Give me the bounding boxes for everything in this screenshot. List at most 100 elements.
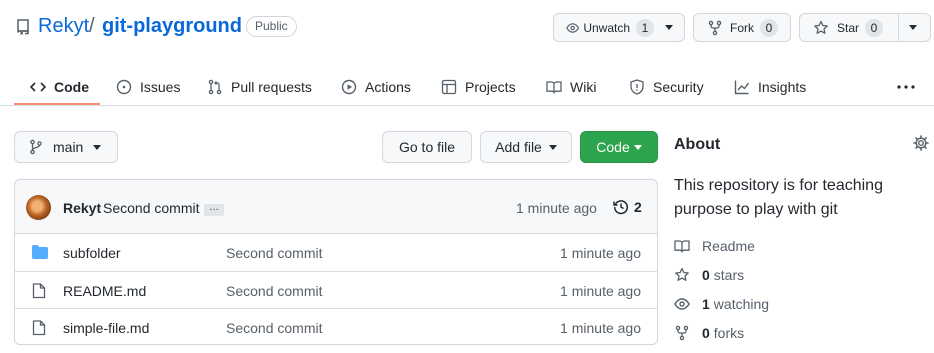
file-name-link[interactable]: subfolder [63, 245, 121, 261]
tab-label: Insights [758, 79, 807, 95]
repo-owner-link[interactable]: Rekyt [38, 15, 89, 38]
shield-icon [630, 79, 644, 95]
file-commit-time: 1 minute ago [560, 245, 641, 261]
commit-author[interactable]: Rekyt [63, 200, 101, 216]
file-icon [32, 283, 46, 299]
add-file-label: Add file [495, 139, 542, 155]
kebab-horizontal-icon [897, 85, 915, 89]
fork-button[interactable]: Fork 0 [693, 13, 791, 42]
fork-label: Fork [730, 20, 754, 35]
about-heading: About [674, 136, 721, 153]
folder-icon [32, 245, 48, 259]
file-row[interactable]: README.md Second commit 1 minute ago [15, 271, 657, 308]
watch-count: 1 [636, 18, 654, 37]
eye-icon [566, 22, 580, 33]
watch-label: Unwatch [583, 20, 630, 35]
file-row[interactable]: subfolder Second commit 1 minute ago [15, 234, 657, 271]
readme-link[interactable]: Readme [674, 238, 755, 254]
go-to-file-button[interactable]: Go to file [382, 131, 472, 163]
star-button[interactable]: Star 0 [799, 13, 931, 42]
tab-label: Projects [465, 79, 516, 95]
commit-message[interactable]: Second commit [103, 200, 199, 216]
fork-icon [708, 20, 722, 35]
forks-count: 0 [702, 325, 710, 341]
path-separator: / [89, 15, 95, 37]
star-dropdown[interactable] [899, 14, 917, 41]
tab-actions[interactable]: Actions [341, 68, 411, 106]
add-file-button[interactable]: Add file [480, 131, 572, 163]
book-icon [674, 240, 690, 253]
file-browser: Rekyt Second commit … 1 minute ago 2 sub… [14, 179, 658, 345]
fork-icon [675, 325, 689, 341]
avatar[interactable] [26, 195, 51, 220]
star-icon [814, 20, 828, 34]
watching-label: watching [713, 296, 770, 312]
star-count: 0 [865, 18, 884, 37]
forks-link[interactable]: 0 forks [674, 325, 744, 341]
commit-history-link[interactable]: 2 [613, 199, 642, 215]
tab-label: Pull requests [231, 79, 312, 95]
tab-issues[interactable]: Issues [116, 68, 180, 106]
tab-pull-requests[interactable]: Pull requests [207, 68, 312, 106]
file-commit-time: 1 minute ago [560, 283, 641, 299]
star-label: Star [837, 20, 860, 35]
code-button-label: Code [596, 139, 630, 155]
tab-code[interactable]: Code [30, 68, 89, 106]
visibility-badge: Public [246, 16, 297, 37]
file-name-link[interactable]: simple-file.md [63, 320, 149, 336]
repo-icon [16, 19, 30, 35]
star-toggle[interactable]: Star 0 [800, 14, 898, 41]
watching-count: 1 [702, 296, 710, 312]
history-icon [613, 200, 629, 215]
commit-expand-button[interactable]: … [204, 203, 224, 216]
caret-down-icon [665, 25, 673, 30]
repo-nav: Code Issues Pull requests Actions Projec… [0, 68, 934, 106]
branch-selector[interactable]: main [14, 131, 118, 163]
tab-security[interactable]: Security [629, 68, 704, 106]
readme-label: Readme [702, 238, 755, 254]
forks-label: forks [713, 325, 745, 341]
file-commit-message[interactable]: Second commit [226, 283, 322, 299]
file-name-link[interactable]: README.md [63, 283, 146, 299]
issue-icon [116, 79, 132, 95]
selected-tab-indicator [14, 103, 100, 105]
tab-label: Actions [365, 79, 411, 95]
latest-commit-bar: Rekyt Second commit … 1 minute ago 2 [15, 180, 657, 234]
eye-icon [674, 298, 690, 310]
watch-toggle[interactable]: Unwatch 1 [554, 14, 654, 41]
repo-description: This repository is for teaching purpose … [674, 177, 883, 218]
watching-link[interactable]: 1 watching [674, 296, 769, 312]
play-icon [341, 79, 357, 95]
file-commit-message[interactable]: Second commit [226, 320, 322, 336]
star-icon [675, 267, 689, 281]
file-commit-time: 1 minute ago [560, 320, 641, 336]
watch-button[interactable]: Unwatch 1 [553, 13, 685, 42]
tab-wiki[interactable]: Wiki [546, 68, 596, 106]
code-icon [30, 82, 46, 92]
tab-insights[interactable]: Insights [734, 68, 806, 106]
file-row[interactable]: simple-file.md Second commit 1 minute ag… [15, 308, 657, 344]
pull-request-icon [208, 79, 222, 95]
caret-down-icon [93, 144, 102, 150]
branch-icon [30, 139, 42, 155]
table-icon [441, 79, 457, 95]
file-icon [32, 320, 46, 336]
commit-count: 2 [634, 199, 642, 215]
commit-time[interactable]: 1 minute ago [516, 200, 597, 216]
book-icon [546, 81, 562, 94]
gear-icon[interactable] [913, 135, 929, 151]
caret-down-icon [633, 144, 642, 150]
more-tabs-button[interactable] [897, 68, 923, 106]
repo-name-link[interactable]: git-playground [102, 15, 242, 38]
file-commit-message[interactable]: Second commit [226, 245, 322, 261]
watch-dropdown[interactable] [654, 14, 673, 41]
code-button[interactable]: Code [580, 131, 658, 163]
tab-label: Security [653, 79, 704, 95]
tab-label: Issues [140, 79, 181, 95]
tab-label: Wiki [570, 79, 597, 95]
caret-down-icon [909, 25, 917, 30]
stars-link[interactable]: 0 stars [674, 267, 744, 283]
branch-name: main [53, 139, 84, 155]
stars-count: 0 [702, 267, 710, 283]
tab-projects[interactable]: Projects [441, 68, 516, 106]
